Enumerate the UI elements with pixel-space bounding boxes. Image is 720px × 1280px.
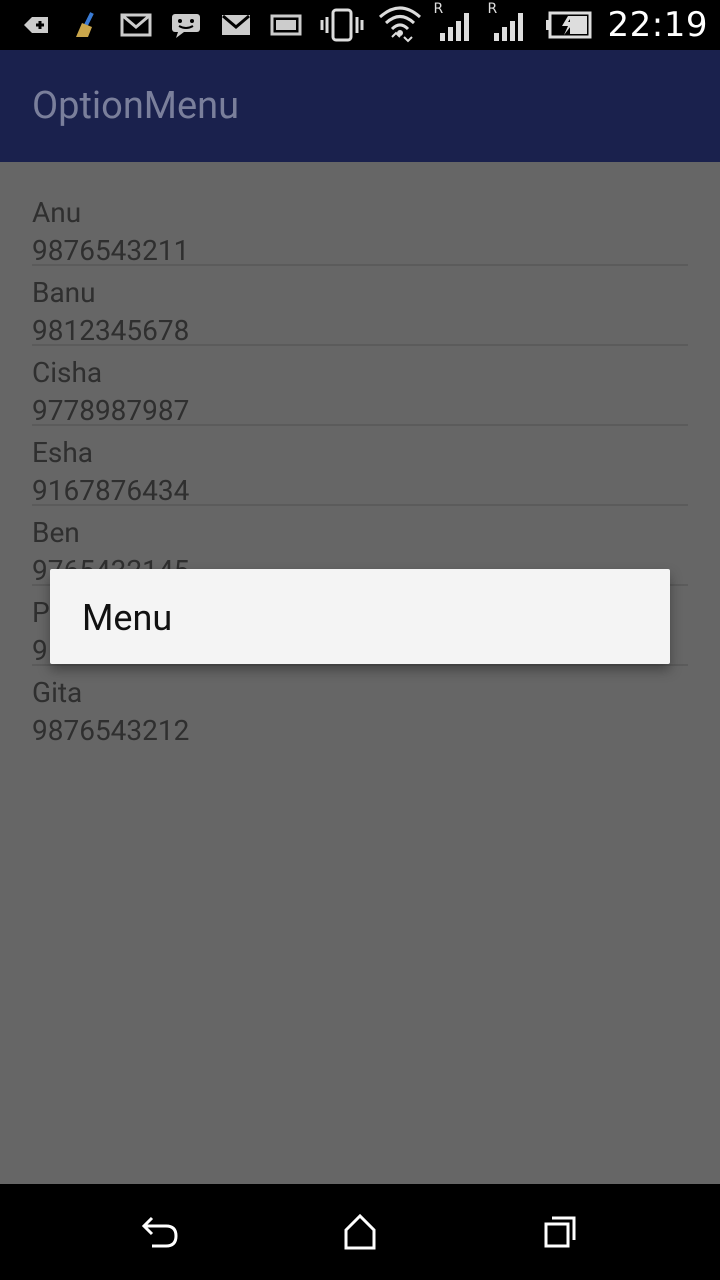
notification-icons [20,8,302,42]
home-button[interactable] [332,1204,388,1260]
roaming-label: R [487,1,498,17]
contact-phone: 9167876434 [32,474,190,507]
home-icon [344,1213,376,1250]
contact-name: Banu [32,276,96,309]
back-icon [141,1216,178,1248]
contact-phone: 9876543212 [32,714,190,747]
clock: 22:19 [607,5,708,45]
image-icon [270,14,302,36]
wifi-icon [378,6,421,43]
contact-phone: 9812345678 [32,314,190,347]
contact-name: Gita [32,676,83,709]
contact-name: Ben [32,516,80,549]
system-icons: R R 22:19 [320,1,708,46]
message-icon [172,14,200,38]
contact-name: Anu [32,196,82,229]
roaming-label: R [433,1,444,17]
vibrate-icon [320,8,364,42]
navigation-bar [0,1184,720,1280]
popup-menu: Menu [50,569,670,664]
app-title: OptionMenu [32,84,240,128]
status-bar: R R 22:19 [0,0,720,50]
add-icon [24,17,48,33]
gmail-icon [222,14,250,35]
signal-icon: R [434,1,476,45]
recents-button[interactable] [532,1204,588,1260]
contact-name: Cisha [32,356,103,389]
recents-icon [544,1216,576,1248]
list-item[interactable]: Gita 9876543212 [32,666,688,747]
list-item[interactable]: Banu 9812345678 [32,266,688,347]
contact-phone: 9778987987 [32,394,190,427]
contact-phone: 9 [32,634,48,667]
menu-item[interactable]: Menu [82,597,172,639]
list-item[interactable]: Cisha 9778987987 [32,346,688,427]
signal-icon: R [488,1,530,45]
back-button[interactable] [132,1204,188,1260]
app-bar: OptionMenu [0,50,720,162]
gmail-icon [120,13,152,37]
contact-name: Esha [32,436,94,469]
battery-charging-icon [545,11,592,39]
broom-icon [76,12,94,37]
list-item[interactable]: Esha 9167876434 [32,426,688,507]
contact-name: P [32,596,50,629]
contact-phone: 9876543211 [32,234,190,267]
list-item[interactable]: Anu 9876543211 [32,186,688,267]
